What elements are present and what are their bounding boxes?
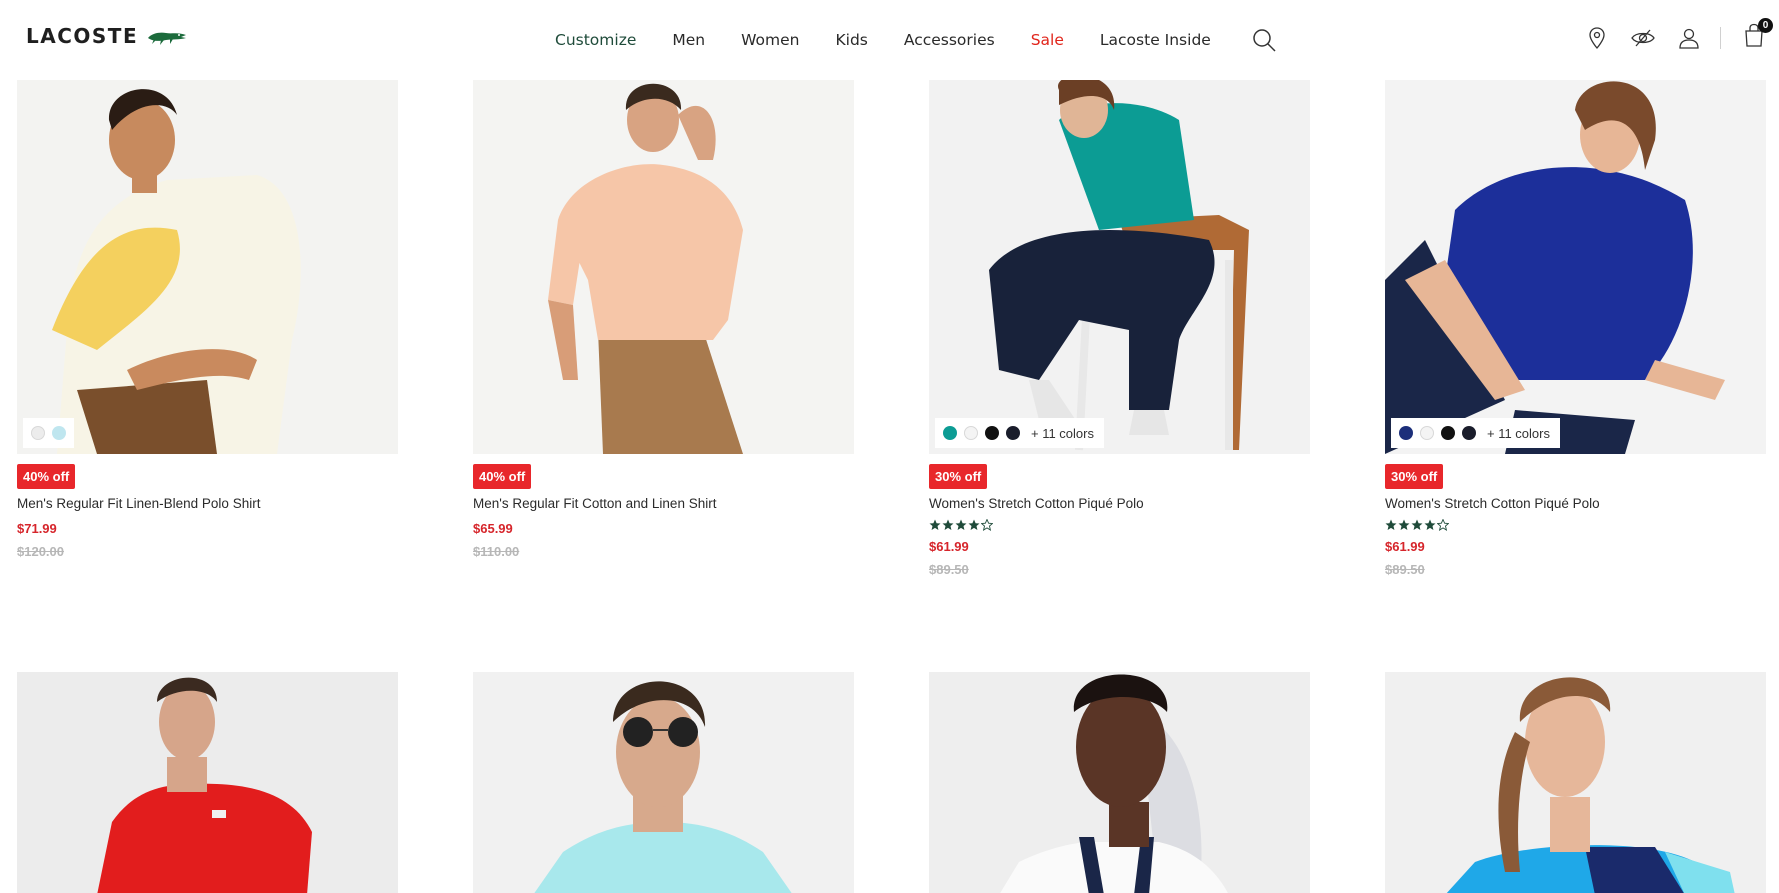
product-photo-man-red-polo <box>17 672 398 893</box>
nav-customize[interactable]: Customize <box>555 31 636 49</box>
product-title[interactable]: Women's Stretch Cotton Piqué Polo <box>1385 496 1766 511</box>
product-title[interactable]: Women's Stretch Cotton Piqué Polo <box>929 496 1310 511</box>
site-header: LACOSTE Customize Men Women Kids Accesso… <box>0 0 1779 78</box>
main-nav: Customize Men Women Kids Accessories Sal… <box>555 27 1277 53</box>
product-image[interactable] <box>17 672 398 893</box>
color-swatch[interactable] <box>52 426 66 440</box>
sale-price: $71.99 <box>17 521 57 536</box>
color-swatch[interactable] <box>1441 426 1455 440</box>
product-card[interactable] <box>929 672 1310 893</box>
sale-price: $61.99 <box>1385 539 1425 554</box>
discount-badge: 30% off <box>929 464 988 489</box>
original-price: $89.50 <box>929 562 969 577</box>
product-title[interactable]: Men's Regular Fit Cotton and Linen Shirt <box>473 496 854 511</box>
star-empty-icon <box>981 519 993 531</box>
user-icon[interactable] <box>1676 25 1702 51</box>
logo-wordmark: LACOSTE <box>26 24 139 48</box>
utility-divider <box>1720 26 1721 49</box>
star-filled-icon <box>1411 519 1423 530</box>
nav-kids[interactable]: Kids <box>835 31 867 49</box>
eye-icon[interactable] <box>1630 25 1656 51</box>
product-photo-woman-teal-polo <box>929 80 1310 454</box>
more-colors-link[interactable]: + 11 colors <box>1487 426 1550 441</box>
product-image[interactable] <box>17 80 398 454</box>
rating-stars <box>1385 519 1766 531</box>
cart-count-badge: 0 <box>1758 18 1773 33</box>
star-filled-icon <box>942 519 954 530</box>
product-image[interactable]: + 11 colors <box>929 80 1310 454</box>
discount-badge: 30% off <box>1385 464 1444 489</box>
rating-stars <box>929 519 1310 531</box>
original-price: $89.50 <box>1385 562 1425 577</box>
product-card[interactable] <box>17 672 398 893</box>
nav-accessories[interactable]: Accessories <box>904 31 995 49</box>
nav-men[interactable]: Men <box>672 31 705 49</box>
color-swatch[interactable] <box>1420 426 1434 440</box>
star-filled-icon <box>929 519 941 530</box>
discount-badge: 40% off <box>17 464 76 489</box>
search-icon[interactable] <box>1251 27 1277 53</box>
crocodile-logo-icon <box>148 32 187 45</box>
product-card[interactable]: 40% off Men's Regular Fit Linen-Blend Po… <box>17 80 398 559</box>
star-empty-icon <box>1437 519 1449 531</box>
more-colors-link[interactable]: + 11 colors <box>1031 426 1094 441</box>
nav-lacoste-inside[interactable]: Lacoste Inside <box>1100 31 1211 49</box>
color-swatch[interactable] <box>1399 426 1413 440</box>
star-filled-icon <box>1424 519 1436 530</box>
product-card[interactable]: + 11 colors 30% off Women's Stretch Cott… <box>1385 80 1766 577</box>
color-swatches: + 11 colors <box>1391 418 1560 448</box>
discount-badge: 40% off <box>473 464 532 489</box>
product-card[interactable] <box>473 672 854 893</box>
product-card[interactable] <box>1385 672 1766 893</box>
utility-icons: 0 <box>1564 18 1773 53</box>
color-swatch[interactable] <box>964 426 978 440</box>
cart-button[interactable]: 0 <box>1741 18 1773 53</box>
original-price: $110.00 <box>473 544 520 559</box>
product-image[interactable] <box>473 80 854 454</box>
color-swatch[interactable] <box>943 426 957 440</box>
product-photo-woman-blue-sport-top <box>1385 672 1766 893</box>
product-image[interactable] <box>473 672 854 893</box>
color-swatches <box>23 418 74 448</box>
star-filled-icon <box>1398 519 1410 530</box>
nav-sale[interactable]: Sale <box>1031 31 1064 49</box>
product-photo-man-blue-shirt-sunglasses <box>473 672 854 893</box>
sale-price: $61.99 <box>929 539 969 554</box>
lacoste-logo[interactable]: LACOSTE <box>26 24 188 48</box>
location-pin-icon[interactable] <box>1584 25 1610 51</box>
star-filled-icon <box>1385 519 1397 530</box>
color-swatch[interactable] <box>985 426 999 440</box>
original-price: $120.00 <box>17 544 64 559</box>
product-card[interactable]: 40% off Men's Regular Fit Cotton and Lin… <box>473 80 854 559</box>
product-photo-man-linen-polo <box>17 80 398 454</box>
nav-women[interactable]: Women <box>741 31 799 49</box>
color-swatch[interactable] <box>31 426 45 440</box>
product-photo-woman-white-tennis-jacket <box>929 672 1310 893</box>
product-card[interactable]: + 11 colors 30% off Women's Stretch Cott… <box>929 80 1310 577</box>
product-image[interactable] <box>1385 672 1766 893</box>
color-swatch[interactable] <box>1006 426 1020 440</box>
star-filled-icon <box>955 519 967 530</box>
product-photo-man-linen-shirt <box>473 80 854 454</box>
product-title[interactable]: Men's Regular Fit Linen-Blend Polo Shirt <box>17 496 398 511</box>
sale-price: $65.99 <box>473 521 513 536</box>
star-filled-icon <box>968 519 980 530</box>
color-swatches: + 11 colors <box>935 418 1104 448</box>
color-swatch[interactable] <box>1462 426 1476 440</box>
product-image[interactable]: + 11 colors <box>1385 80 1766 454</box>
product-photo-woman-blue-polo <box>1385 80 1766 454</box>
product-image[interactable] <box>929 672 1310 893</box>
